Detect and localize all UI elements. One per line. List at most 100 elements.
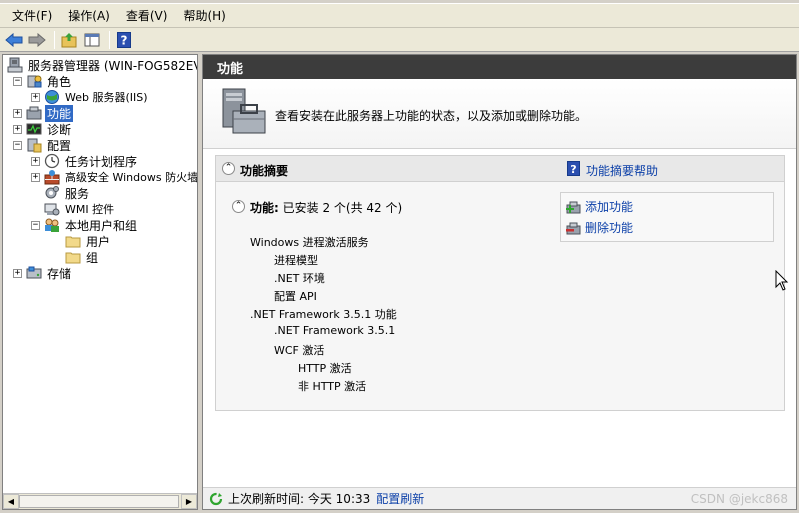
tree-item-wmi[interactable]: WMI 控件	[44, 201, 116, 217]
back-button[interactable]	[4, 30, 24, 50]
expand-toggle[interactable]: +	[13, 124, 22, 134]
expand-toggle[interactable]: +	[13, 108, 22, 118]
scrollbar-thumb[interactable]	[19, 495, 179, 508]
roles-icon	[27, 75, 42, 88]
collapse-toggle[interactable]: −	[31, 220, 40, 230]
tree-item-storage[interactable]: + 存储	[13, 265, 73, 281]
add-features-link[interactable]: 添加功能	[565, 198, 633, 215]
tree-item-server-manager[interactable]: 服务器管理器 (WIN-FOG582EVIN	[7, 57, 198, 73]
services-gear-icon	[45, 186, 59, 199]
wmi-icon	[44, 203, 60, 216]
features-icon	[26, 106, 42, 120]
back-arrow-icon	[5, 32, 23, 47]
mouse-cursor-icon	[775, 270, 789, 291]
last-refresh-text: 上次刷新时间: 今天 10:33	[228, 492, 371, 506]
menu-file[interactable]: 文件(F)	[4, 5, 60, 26]
menu-help[interactable]: 帮助(H)	[175, 5, 233, 26]
up-folder-button[interactable]	[59, 30, 79, 50]
expand-toggle[interactable]: +	[13, 268, 22, 278]
summary-title: 功能摘要	[240, 164, 289, 178]
show-hide-console-tree-button[interactable]	[82, 30, 102, 50]
collapse-toggle[interactable]: −	[13, 140, 22, 150]
add-features-icon	[566, 201, 581, 213]
tree-label: 功能	[45, 104, 74, 122]
folder-up-icon	[61, 32, 77, 47]
tree-label: 高级安全 Windows 防火墙	[65, 171, 198, 184]
tree-item-task-scheduler[interactable]: + 任务计划程序	[31, 153, 139, 169]
add-features-label: 添加功能	[585, 200, 634, 214]
help-icon: ?	[117, 31, 131, 48]
feature-item: .NET Framework 3.5.1	[274, 324, 396, 337]
menu-action[interactable]: 操作(A)	[60, 5, 118, 26]
status-bar: 上次刷新时间: 今天 10:33 配置刷新 CSDN @jekc868	[203, 487, 796, 509]
tree-item-services[interactable]: 服务	[44, 185, 91, 201]
scroll-right-arrow-icon[interactable]: ▶	[181, 494, 197, 509]
summary-header: ⌃ 功能摘要 ? 功能摘要帮助	[216, 156, 784, 182]
tree-label: 服务器管理器 (WIN-FOG582EVIN	[28, 58, 198, 73]
actions-box: 添加功能 删除功能	[560, 192, 774, 242]
feature-item: Windows 进程激活服务	[250, 236, 369, 249]
feature-item: 进程模型	[274, 254, 318, 267]
tree-label: Web 服务器(IIS)	[65, 91, 148, 104]
tree-item-groups[interactable]: 组	[65, 249, 100, 265]
server-manager-icon	[7, 57, 23, 73]
toolbar-separator	[109, 30, 110, 49]
forward-arrow-icon	[28, 32, 46, 47]
tree-label: 任务计划程序	[65, 154, 138, 169]
console-tree-icon	[84, 33, 100, 46]
help-icon: ?	[567, 161, 580, 176]
features-status-line: 功能: 已安装 2 个(共 42 个)	[250, 199, 402, 216]
remove-features-label: 删除功能	[585, 221, 634, 235]
intro-description: 查看安装在此服务器上功能的状态，以及添加或删除功能。	[275, 109, 588, 123]
tree-item-roles[interactable]: − 角色	[13, 73, 73, 89]
tree-horizontal-scrollbar[interactable]: ◀ ▶	[3, 493, 197, 509]
storage-icon	[26, 266, 42, 279]
features-summary-section: ⌃ 功能摘要 ? 功能摘要帮助 ⌃ 功能: 已安装 2 个(共 42 个) 添加…	[215, 155, 785, 411]
folder-icon	[65, 236, 81, 248]
tree-item-config[interactable]: − 配置	[13, 137, 73, 153]
tree-item-web-server[interactable]: + Web 服务器(IIS)	[31, 89, 150, 105]
tree-item-features[interactable]: + 功能	[13, 104, 74, 122]
tree-label: 存储	[47, 266, 72, 281]
diagnostics-icon	[26, 123, 42, 135]
pane-title: 功能	[203, 55, 796, 79]
feature-item: 非 HTTP 激活	[298, 380, 367, 393]
help-button[interactable]: ?	[114, 30, 134, 50]
collapse-up-icon[interactable]: ⌃	[232, 200, 245, 213]
config-icon	[27, 138, 42, 153]
remove-features-link[interactable]: 删除功能	[565, 219, 633, 236]
expand-toggle[interactable]: +	[31, 172, 40, 182]
collapse-toggle[interactable]: −	[13, 76, 22, 86]
remove-features-icon	[566, 222, 581, 234]
clock-icon	[44, 153, 60, 169]
firewall-icon	[44, 170, 60, 185]
tree-label: 用户	[86, 234, 111, 249]
forward-button[interactable]	[27, 30, 47, 50]
watermark: CSDN @jekc868	[690, 492, 788, 506]
folder-icon	[65, 252, 81, 264]
intro-banner: 查看安装在此服务器上功能的状态，以及添加或删除功能。	[203, 79, 796, 149]
tree-item-users[interactable]: 用户	[65, 233, 112, 249]
expand-toggle[interactable]: +	[31, 92, 40, 102]
tree-item-diagnostics[interactable]: + 诊断	[13, 121, 73, 137]
tree-label: 组	[86, 250, 99, 265]
tree-item-firewall[interactable]: + 高级安全 Windows 防火墙	[31, 169, 198, 185]
feature-item: .NET 环境	[274, 272, 325, 285]
tree-label: WMI 控件	[65, 203, 115, 216]
configure-refresh-link[interactable]: 配置刷新	[376, 490, 424, 507]
expand-toggle[interactable]: +	[31, 156, 40, 166]
tree-label: 本地用户和组	[65, 218, 138, 233]
tree-label: 诊断	[47, 122, 72, 137]
tree-item-local-users[interactable]: − 本地用户和组	[31, 217, 139, 233]
features-label: 功能:	[250, 201, 279, 215]
tree-label: 服务	[65, 186, 90, 201]
svg-text:?: ?	[121, 33, 128, 47]
feature-item: .NET Framework 3.5.1 功能	[250, 308, 397, 321]
details-pane: 功能 查看安装在此服务器上功能的状态，以及添加或删除功能。 ⌃ 功能摘要 ? 功…	[202, 54, 797, 510]
collapse-up-icon[interactable]: ⌃	[222, 162, 235, 175]
web-server-icon	[45, 90, 59, 104]
summary-help-link[interactable]: 功能摘要帮助	[586, 162, 658, 179]
menu-view[interactable]: 查看(V)	[118, 5, 176, 26]
features-server-icon	[222, 88, 266, 134]
scroll-left-arrow-icon[interactable]: ◀	[3, 494, 19, 509]
